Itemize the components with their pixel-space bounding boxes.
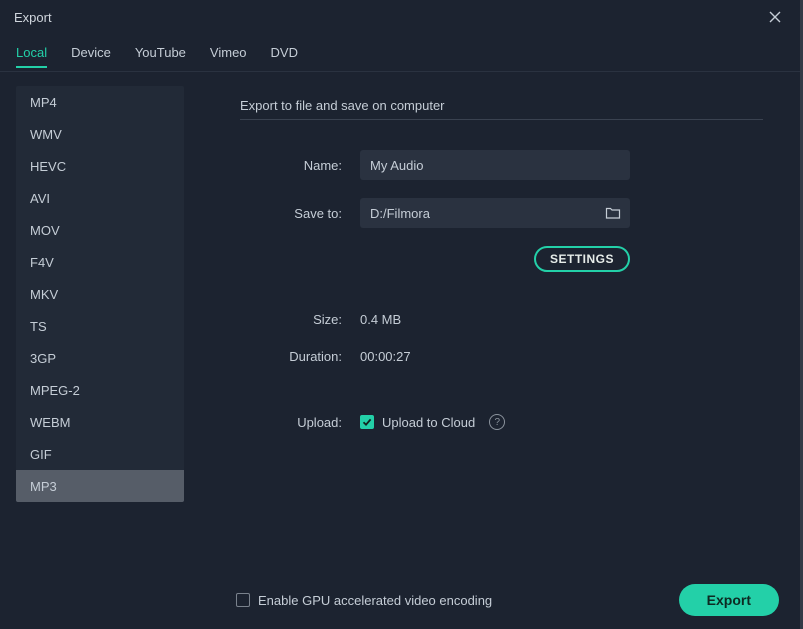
name-label: Name: bbox=[240, 158, 360, 173]
window-title: Export bbox=[14, 10, 52, 25]
format-wmv[interactable]: WMV bbox=[16, 118, 184, 150]
upload-cloud-checkbox[interactable] bbox=[360, 415, 374, 429]
section-title: Export to file and save on computer bbox=[240, 98, 763, 120]
format-f4v[interactable]: F4V bbox=[16, 246, 184, 278]
help-icon: ? bbox=[494, 417, 500, 428]
format-hevc[interactable]: HEVC bbox=[16, 150, 184, 182]
settings-button[interactable]: SETTINGS bbox=[534, 246, 630, 272]
format-mkv[interactable]: MKV bbox=[16, 278, 184, 310]
tab-youtube[interactable]: YouTube bbox=[135, 37, 186, 68]
format-sidebar: MP4 WMV HEVC AVI MOV F4V MKV TS 3GP MPEG… bbox=[0, 72, 200, 570]
tab-bar: Local Device YouTube Vimeo DVD bbox=[0, 34, 803, 72]
size-label: Size: bbox=[240, 312, 360, 327]
upload-label: Upload: bbox=[240, 415, 360, 430]
tab-local[interactable]: Local bbox=[16, 37, 47, 68]
duration-label: Duration: bbox=[240, 349, 360, 364]
close-icon bbox=[769, 11, 781, 23]
browse-folder-button[interactable] bbox=[604, 204, 622, 222]
titlebar: Export bbox=[0, 0, 803, 34]
export-button[interactable]: Export bbox=[679, 584, 779, 616]
upload-help-button[interactable]: ? bbox=[489, 414, 505, 430]
gpu-checkbox[interactable] bbox=[236, 593, 250, 607]
format-mp3[interactable]: MP3 bbox=[16, 470, 184, 502]
name-input[interactable] bbox=[360, 150, 630, 180]
check-icon bbox=[362, 417, 372, 427]
size-value: 0.4 MB bbox=[360, 312, 401, 327]
format-mpeg2[interactable]: MPEG-2 bbox=[16, 374, 184, 406]
saveto-input[interactable] bbox=[360, 198, 630, 228]
tab-vimeo[interactable]: Vimeo bbox=[210, 37, 247, 68]
format-mp4[interactable]: MP4 bbox=[16, 86, 184, 118]
tab-dvd[interactable]: DVD bbox=[271, 37, 298, 68]
main-panel: Export to file and save on computer Name… bbox=[200, 72, 803, 570]
format-avi[interactable]: AVI bbox=[16, 182, 184, 214]
saveto-label: Save to: bbox=[240, 206, 360, 221]
duration-value: 00:00:27 bbox=[360, 349, 411, 364]
format-ts[interactable]: TS bbox=[16, 310, 184, 342]
tab-device[interactable]: Device bbox=[71, 37, 111, 68]
footer: Enable GPU accelerated video encoding Ex… bbox=[0, 571, 803, 629]
folder-icon bbox=[605, 205, 621, 221]
close-button[interactable] bbox=[761, 3, 789, 31]
format-list: MP4 WMV HEVC AVI MOV F4V MKV TS 3GP MPEG… bbox=[16, 86, 184, 502]
format-3gp[interactable]: 3GP bbox=[16, 342, 184, 374]
gpu-label: Enable GPU accelerated video encoding bbox=[258, 593, 492, 608]
format-mov[interactable]: MOV bbox=[16, 214, 184, 246]
format-gif[interactable]: GIF bbox=[16, 438, 184, 470]
format-webm[interactable]: WEBM bbox=[16, 406, 184, 438]
upload-cloud-label: Upload to Cloud bbox=[382, 415, 475, 430]
